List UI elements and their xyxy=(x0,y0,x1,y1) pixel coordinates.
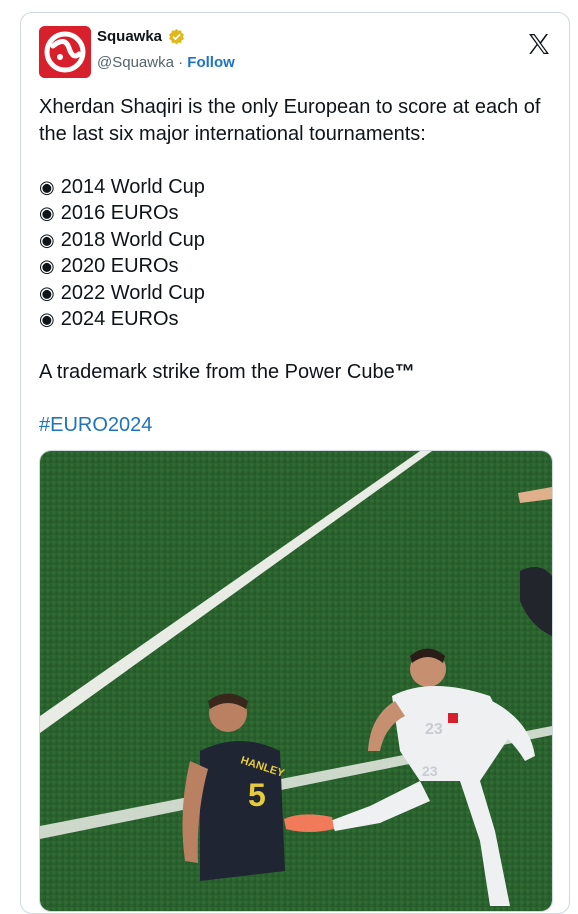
separator: · xyxy=(178,54,184,71)
bullet-item: ◉ 2020 EUROs xyxy=(39,253,559,280)
follow-link[interactable]: Follow xyxy=(187,54,235,71)
tweet-header: Squawka @Squawka · Follow xyxy=(39,26,553,80)
svg-text:23: 23 xyxy=(422,763,438,779)
tweet-photo[interactable]: 23 23 5 HANLEY xyxy=(39,450,553,912)
verified-badge-icon xyxy=(169,28,185,45)
avatar[interactable] xyxy=(39,26,91,78)
bullet-item: ◉ 2014 World Cup xyxy=(39,174,559,201)
bullet-item: ◉ 2024 EUROs xyxy=(39,306,559,333)
bullet-item: ◉ 2022 World Cup xyxy=(39,280,559,307)
x-logo-icon[interactable] xyxy=(527,32,551,56)
bullet-icon: ◉ xyxy=(39,282,55,303)
svg-text:23: 23 xyxy=(425,721,443,738)
bullet-icon: ◉ xyxy=(39,229,55,250)
football-photo: 23 23 5 HANLEY xyxy=(40,451,552,911)
trademark-symbol: ™ xyxy=(394,361,415,383)
tweet-intro: Xherdan Shaqiri is the only European to … xyxy=(39,96,541,145)
handle-row: @Squawka · Follow xyxy=(97,54,235,71)
author-handle[interactable]: @Squawka xyxy=(97,54,174,71)
author-name-row: Squawka xyxy=(97,28,185,45)
author-name[interactable]: Squawka xyxy=(97,28,162,45)
tweet-text: Xherdan Shaqiri is the only European to … xyxy=(39,94,559,439)
hashtag-link[interactable]: #EURO2024 xyxy=(39,412,559,439)
bullet-icon: ◉ xyxy=(39,256,55,276)
bullet-item: ◉ 2016 EUROs xyxy=(39,200,559,227)
bullet-icon: ◉ xyxy=(39,203,55,223)
tweet-card[interactable]: Squawka @Squawka · Follow Xherdan Shaqir… xyxy=(20,12,570,914)
bullet-icon: ◉ xyxy=(39,176,55,197)
bullet-item: ◉ 2018 World Cup xyxy=(39,227,559,254)
tweet-closing: A trademark strike from the Power Cube™ xyxy=(39,361,415,383)
bullet-icon: ◉ xyxy=(39,309,55,329)
svg-text:5: 5 xyxy=(248,777,266,813)
squawka-logo xyxy=(39,26,91,78)
